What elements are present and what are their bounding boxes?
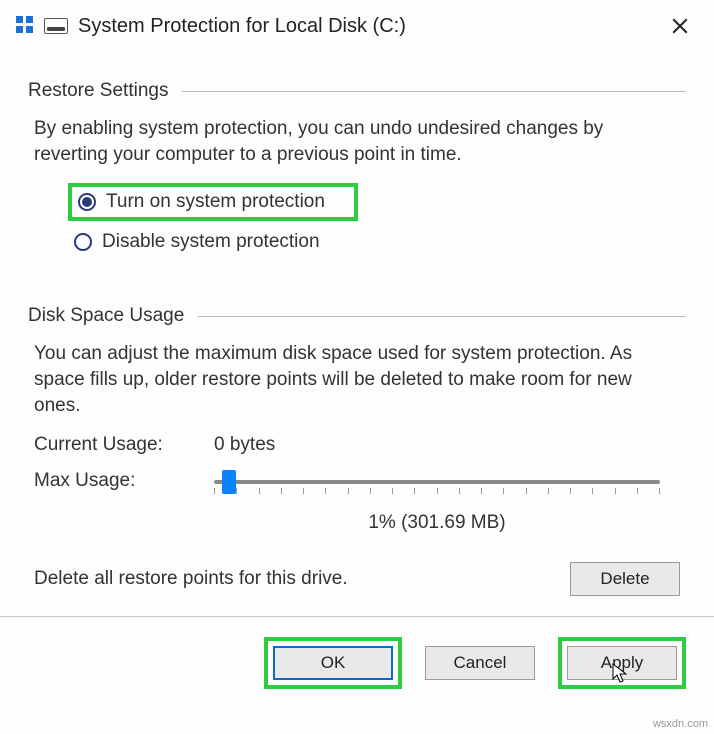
system-icon	[14, 16, 34, 36]
radio-disable-label: Disable system protection	[102, 231, 320, 253]
apply-button[interactable]: Apply	[567, 646, 677, 680]
cancel-button[interactable]: Cancel	[425, 646, 535, 680]
slider-value-label: 1% (301.69 MB)	[214, 512, 660, 534]
disk-icon	[44, 18, 68, 34]
close-button[interactable]	[660, 10, 700, 42]
slider-ticks	[214, 488, 660, 494]
restore-heading-label: Restore Settings	[28, 80, 182, 102]
titlebar: System Protection for Local Disk (C:)	[0, 0, 714, 50]
radio-icon	[74, 233, 92, 251]
radio-turn-on-label: Turn on system protection	[106, 191, 325, 213]
disk-heading-label: Disk Space Usage	[28, 305, 198, 327]
disk-space-heading: Disk Space Usage	[28, 305, 686, 327]
current-usage-row: Current Usage: 0 bytes	[34, 434, 680, 456]
current-usage-label: Current Usage:	[34, 434, 214, 456]
restore-description: By enabling system protection, you can u…	[34, 116, 680, 167]
radio-disable-protection[interactable]: Disable system protection	[68, 227, 686, 257]
ok-button[interactable]: OK	[273, 646, 393, 680]
disk-description: You can adjust the maximum disk space us…	[34, 341, 680, 418]
watermark: wsxdn.com	[653, 718, 708, 730]
delete-restore-points-text: Delete all restore points for this drive…	[34, 568, 570, 590]
radio-turn-on-protection[interactable]: Turn on system protection	[68, 183, 358, 221]
slider-thumb[interactable]	[222, 470, 236, 494]
delete-button[interactable]: Delete	[570, 562, 680, 596]
window-title: System Protection for Local Disk (C:)	[78, 15, 660, 38]
max-usage-slider[interactable]	[214, 480, 660, 484]
close-icon	[671, 17, 689, 35]
current-usage-value: 0 bytes	[214, 434, 275, 456]
max-usage-label: Max Usage:	[34, 468, 214, 492]
dialog-footer: OK Cancel Apply	[0, 617, 714, 709]
radio-icon	[78, 193, 96, 211]
restore-settings-heading: Restore Settings	[28, 80, 686, 102]
